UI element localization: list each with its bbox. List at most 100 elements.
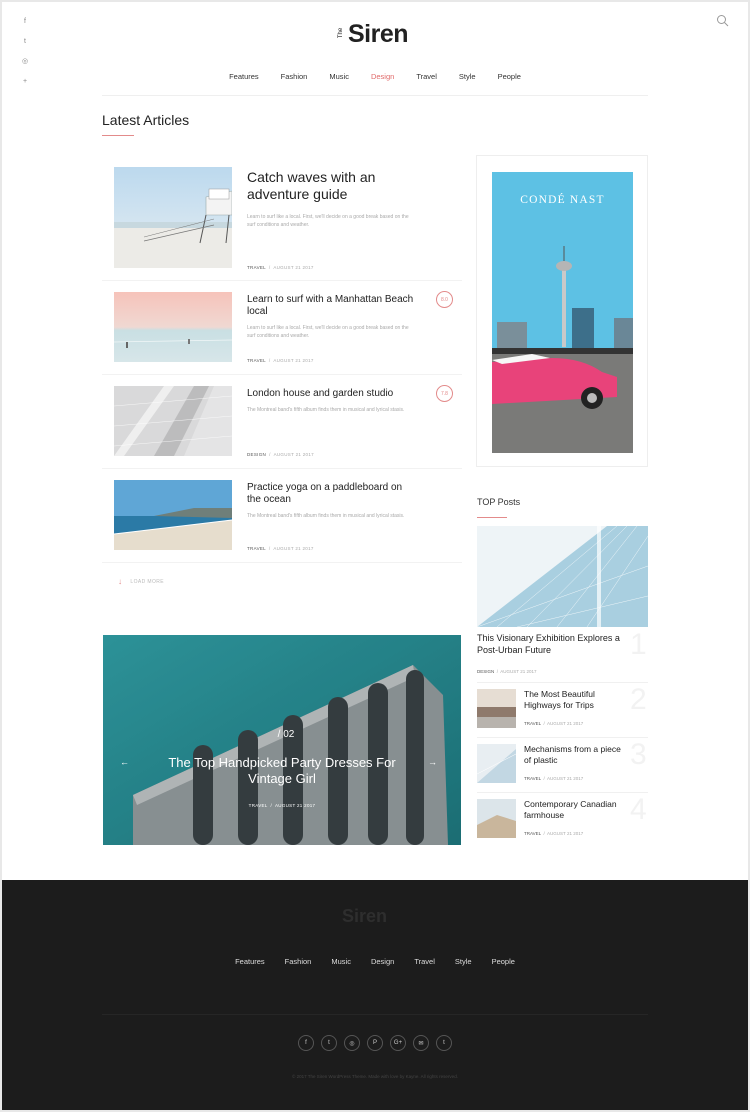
footer: Siren Features Fashion Music Design Trav…	[2, 880, 748, 1110]
nav-fashion[interactable]: Fashion	[270, 68, 319, 88]
top-post-image[interactable]	[477, 526, 648, 627]
footer-nav-style[interactable]: Style	[445, 957, 482, 966]
footer-logo[interactable]: Siren	[342, 906, 387, 927]
instagram-icon[interactable]: ◎	[16, 52, 34, 70]
top-post-category[interactable]: TRAVEL	[524, 831, 541, 836]
article-thumbnail[interactable]	[114, 167, 233, 268]
top-post-item[interactable]: The Most Beautiful Highways for Trips TR…	[477, 682, 648, 737]
article-category[interactable]: TRAVEL	[247, 358, 266, 363]
article-card[interactable]: Learn to surf with a Manhattan Beach loc…	[102, 281, 462, 375]
slider-prev-arrow[interactable]: ←	[120, 757, 129, 767]
slider-next-arrow[interactable]: →	[428, 757, 437, 767]
facebook-icon[interactable]: f	[298, 1035, 314, 1051]
article-category[interactable]: TRAVEL	[247, 546, 266, 551]
footer-nav-music[interactable]: Music	[321, 957, 361, 966]
article-card[interactable]: Catch waves with an adventure guide Lear…	[102, 155, 462, 281]
slide-category[interactable]: TRAVEL	[249, 803, 268, 808]
main-nav: Features Fashion Music Design Travel Sty…	[100, 68, 650, 88]
featured-slider[interactable]: ← → / 02 The Top Handpicked Party Dresse…	[103, 635, 461, 845]
footer-nav: Features Fashion Music Design Travel Sty…	[2, 957, 748, 966]
article-category[interactable]: TRAVEL	[247, 265, 266, 270]
twitter-icon[interactable]: t	[321, 1035, 337, 1051]
rank-number: 1	[630, 628, 647, 661]
top-post-category[interactable]: TRAVEL	[524, 721, 541, 726]
footer-nav-design[interactable]: Design	[361, 957, 404, 966]
arrow-down-icon: ↓	[118, 577, 123, 586]
article-title[interactable]: London house and garden studio	[247, 388, 417, 400]
ad-banner[interactable]: CONDÉ NAST	[476, 155, 648, 467]
article-date: AUGUST 21 2017	[273, 546, 314, 551]
facebook-icon[interactable]: f	[16, 12, 34, 30]
score-badge: 8.0	[436, 291, 453, 308]
rank-number: 3	[630, 738, 647, 771]
top-post-item[interactable]: Mechanisms from a piece of plastic TRAVE…	[477, 737, 648, 792]
top-posts-underline	[477, 517, 507, 518]
top-post-title[interactable]: Contemporary Canadian farmhouse	[524, 799, 624, 821]
load-more-label: LOAD MORE	[130, 578, 165, 585]
top-post-meta: TRAVEL / AUGUST 21 2017	[524, 776, 584, 781]
article-card[interactable]: Practice yoga on a paddleboard on the oc…	[102, 469, 462, 563]
article-title[interactable]: Learn to surf with a Manhattan Beach loc…	[247, 294, 417, 318]
top-post-thumbnail[interactable]	[477, 799, 516, 838]
slide-meta: TRAVEL / AUGUST 21 2017	[248, 803, 316, 808]
article-thumbnail[interactable]	[113, 292, 233, 362]
googleplus-icon[interactable]: G+	[390, 1035, 406, 1051]
footer-nav-travel[interactable]: Travel	[404, 957, 445, 966]
plus-icon[interactable]: +	[16, 72, 34, 90]
top-post-item[interactable]: Contemporary Canadian farmhouse TRAVEL /…	[477, 792, 648, 847]
score-badge: 7.8	[436, 385, 453, 402]
nav-people[interactable]: People	[487, 68, 532, 88]
article-date: AUGUST 21 2017	[273, 452, 314, 457]
slide-number: / 02	[277, 729, 295, 740]
nav-travel[interactable]: Travel	[405, 68, 448, 88]
footer-nav-people[interactable]: People	[482, 957, 525, 966]
top-post-thumbnail[interactable]	[477, 689, 516, 728]
top-post-date: AUGUST 21 2017	[500, 669, 537, 674]
article-meta: TRAVEL / AUGUST 21 2017	[247, 358, 314, 363]
footer-nav-fashion[interactable]: Fashion	[275, 957, 322, 966]
nav-design[interactable]: Design	[360, 68, 405, 88]
slide-date: AUGUST 21 2017	[274, 803, 316, 808]
top-post-meta: TRAVEL / AUGUST 21 2017	[524, 831, 584, 836]
instagram-icon[interactable]: ◎	[344, 1035, 360, 1051]
article-thumbnail[interactable]	[113, 386, 233, 456]
article-title[interactable]: Catch waves with an adventure guide	[247, 169, 417, 203]
footer-social: f t ◎ P G+ ✉ t	[2, 1035, 748, 1051]
top-post-date: AUGUST 21 2017	[547, 721, 584, 726]
nav-music[interactable]: Music	[318, 68, 360, 88]
pinterest-icon[interactable]: P	[367, 1035, 383, 1051]
top-post-title[interactable]: The Most Beautiful Highways for Trips	[524, 689, 624, 711]
article-excerpt: Learn to surf like a local. First, we'll…	[247, 214, 409, 228]
article-category[interactable]: DESIGN	[247, 452, 266, 457]
section-title: Latest Articles	[102, 112, 190, 128]
top-post-category[interactable]: TRAVEL	[524, 776, 541, 781]
rank-number: 2	[630, 683, 647, 716]
article-meta: TRAVEL / AUGUST 21 2017	[247, 546, 314, 551]
top-post-category[interactable]: DESIGN	[477, 669, 494, 674]
top-post-title[interactable]: This Visionary Exhibition Explores a Pos…	[477, 633, 627, 656]
article-title[interactable]: Practice yoga on a paddleboard on the oc…	[247, 482, 417, 506]
article-excerpt: Learn to surf like a local. First, we'll…	[247, 325, 409, 339]
nav-style[interactable]: Style	[448, 68, 487, 88]
nav-features[interactable]: Features	[218, 68, 270, 88]
ad-brand: CONDÉ NAST	[520, 194, 605, 206]
article-date: AUGUST 21 2017	[273, 358, 314, 363]
footer-divider	[102, 1014, 648, 1015]
rank-number: 4	[630, 793, 647, 826]
slide-title[interactable]: The Top Handpicked Party Dresses For Vin…	[163, 755, 401, 787]
article-card[interactable]: London house and garden studio The Montr…	[102, 375, 462, 469]
top-post-date: AUGUST 21 2017	[547, 776, 584, 781]
site-logo[interactable]: The Siren	[330, 20, 420, 52]
tumblr-icon[interactable]: t	[436, 1035, 452, 1051]
email-icon[interactable]: ✉	[413, 1035, 429, 1051]
search-icon[interactable]	[714, 12, 732, 30]
top-post-thumbnail[interactable]	[477, 744, 516, 783]
article-thumbnail[interactable]	[113, 480, 233, 550]
top-post-title[interactable]: Mechanisms from a piece of plastic	[524, 744, 624, 766]
top-post-meta: TRAVEL / AUGUST 21 2017	[524, 721, 584, 726]
article-excerpt: The Montreal band's fifth album finds th…	[247, 513, 405, 519]
footer-nav-features[interactable]: Features	[225, 957, 275, 966]
slide-image	[103, 635, 461, 845]
load-more-button[interactable]: ↓ LOAD MORE	[118, 577, 164, 586]
twitter-icon[interactable]: t	[16, 32, 34, 50]
